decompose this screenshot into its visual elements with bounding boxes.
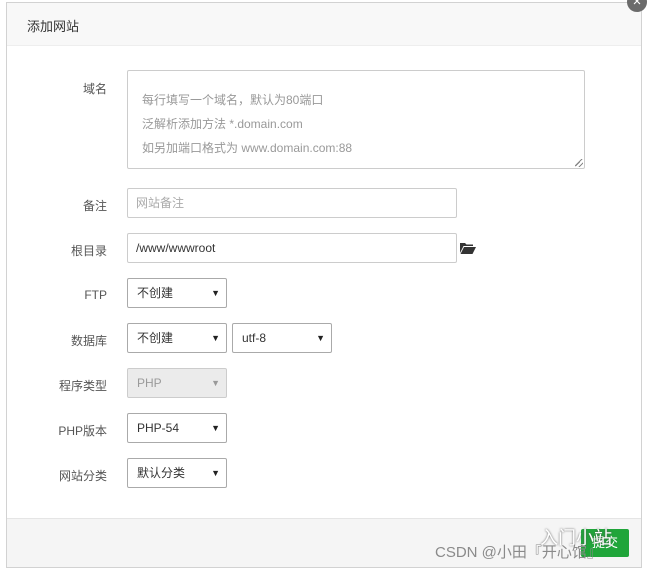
dialog-titlebar: 添加网站 <box>7 3 641 46</box>
remark-label: 备注 <box>82 199 107 213</box>
php-version-label: PHP版本 <box>58 424 107 438</box>
database-charset-select[interactable]: utf-8 ▼ <box>232 323 332 353</box>
php-version-select[interactable]: PHP-54 ▼ <box>127 413 227 443</box>
chevron-down-icon: ▼ <box>211 288 220 298</box>
ftp-select[interactable]: 不创建 ▼ <box>127 278 227 308</box>
program-type-value: PHP <box>137 376 162 390</box>
ftp-label: FTP <box>84 288 107 302</box>
program-type-label: 程序类型 <box>58 379 107 393</box>
program-type-select: PHP ▼ <box>127 368 227 398</box>
root-dir-label: 根目录 <box>70 244 107 258</box>
site-category-value: 默认分类 <box>137 466 186 480</box>
domain-label: 域名 <box>82 82 107 96</box>
ftp-select-value: 不创建 <box>137 286 174 300</box>
domain-textarea[interactable]: 每行填写一个域名，默认为80端口 泛解析添加方法 *.domain.com 如另… <box>127 70 585 169</box>
dialog-title: 添加网站 <box>27 19 80 34</box>
database-charset-value: utf-8 <box>242 331 267 345</box>
root-dir-value: /www/wwwroot <box>136 241 216 255</box>
resize-handle-icon[interactable] <box>575 159 583 167</box>
remark-input[interactable]: 网站备注 <box>127 188 457 218</box>
root-dir-input[interactable]: /www/wwwroot <box>127 233 457 263</box>
site-category-select[interactable]: 默认分类 ▼ <box>127 458 227 488</box>
chevron-down-icon: ▼ <box>211 468 220 478</box>
domain-placeholder-line: 如另加端口格式为 www.domain.com:88 <box>142 141 353 155</box>
database-select[interactable]: 不创建 ▼ <box>127 323 227 353</box>
php-version-value: PHP-54 <box>137 421 180 435</box>
domain-placeholder-line: 泛解析添加方法 *.domain.com <box>142 117 303 131</box>
domain-placeholder-line: 每行填写一个域名，默认为80端口 <box>142 93 324 107</box>
database-label: 数据库 <box>70 334 107 348</box>
remark-placeholder: 网站备注 <box>136 196 185 210</box>
database-select-value: 不创建 <box>137 331 174 345</box>
watermark-text: CSDN @小田『开心馆』 <box>435 544 602 561</box>
folder-open-icon[interactable] <box>460 242 476 254</box>
chevron-down-icon: ▼ <box>211 378 220 388</box>
chevron-down-icon: ▼ <box>211 333 220 343</box>
chevron-down-icon: ▼ <box>211 423 220 433</box>
site-category-label: 网站分类 <box>58 469 107 483</box>
chevron-down-icon: ▼ <box>316 333 325 343</box>
